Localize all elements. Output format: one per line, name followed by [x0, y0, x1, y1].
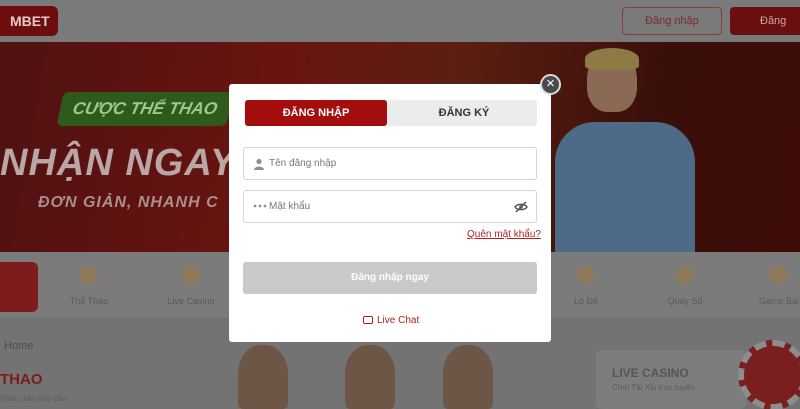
username-placeholder: Tên đăng nhập [269, 158, 337, 169]
eye-slash-icon[interactable] [514, 200, 528, 214]
banner-headline: NHẬN NGAY [0, 142, 237, 184]
dice-icon [676, 266, 694, 284]
player-image [238, 345, 288, 409]
username-field[interactable]: Tên đăng nhập [243, 147, 537, 180]
header-register-button[interactable]: Đăng ký [730, 7, 800, 55]
password-field[interactable]: Mật khẩu [243, 190, 537, 223]
lottery-icon [577, 266, 595, 284]
live-casino-subtitle: Chơi Tài Xỉu trực tuyến [612, 383, 695, 392]
site-logo: MBET [0, 6, 58, 36]
forgot-password-link[interactable]: Quên mật khẩu? [467, 229, 541, 240]
user-icon [253, 158, 265, 170]
category-active-indicator [0, 262, 38, 312]
live-chat-link[interactable]: Live Chat [363, 315, 419, 326]
cards-icon [182, 266, 200, 284]
category-lottery[interactable]: Lô Đề [555, 258, 617, 312]
password-dots-icon [253, 201, 267, 213]
banner-player-image [555, 48, 700, 252]
close-icon[interactable]: × [540, 74, 561, 95]
password-placeholder: Mật khẩu [269, 201, 311, 212]
banner-subline: ĐƠN GIẢN, NHANH C [38, 194, 219, 211]
category-sports[interactable]: Thể Thao [58, 258, 120, 312]
tab-register[interactable]: ĐĂNG KÝ [391, 100, 537, 126]
player-image [345, 345, 395, 409]
category-quay-so[interactable]: Quay Số [654, 258, 716, 312]
breadcrumb[interactable]: Home [0, 340, 33, 352]
category-live-casino[interactable]: Live Casino [160, 258, 222, 312]
section-title: THAO [0, 371, 43, 388]
section-subtitle: Nhiều kèo hấp dẫn [0, 394, 68, 403]
soccer-ball-icon [80, 266, 98, 284]
login-submit-button[interactable]: Đăng nhập ngay [243, 262, 537, 294]
auth-tabs: ĐĂNG NHẬP ĐĂNG KÝ [244, 100, 537, 126]
chat-icon [363, 316, 373, 324]
header-login-button[interactable]: Đăng nhập [622, 7, 722, 35]
live-casino-title: LIVE CASINO [612, 366, 689, 380]
card-game-icon [770, 266, 788, 284]
site-header: MBET Đăng nhập Đăng ký [0, 0, 800, 55]
live-chat-label: Live Chat [377, 315, 420, 326]
player-image [443, 345, 493, 409]
tab-login[interactable]: ĐĂNG NHẬP [245, 100, 387, 126]
promo-pill: CƯỢC THỂ THAO [56, 92, 234, 126]
casino-chip-icon [738, 340, 800, 409]
category-game-bai[interactable]: Game Bài [748, 258, 800, 312]
